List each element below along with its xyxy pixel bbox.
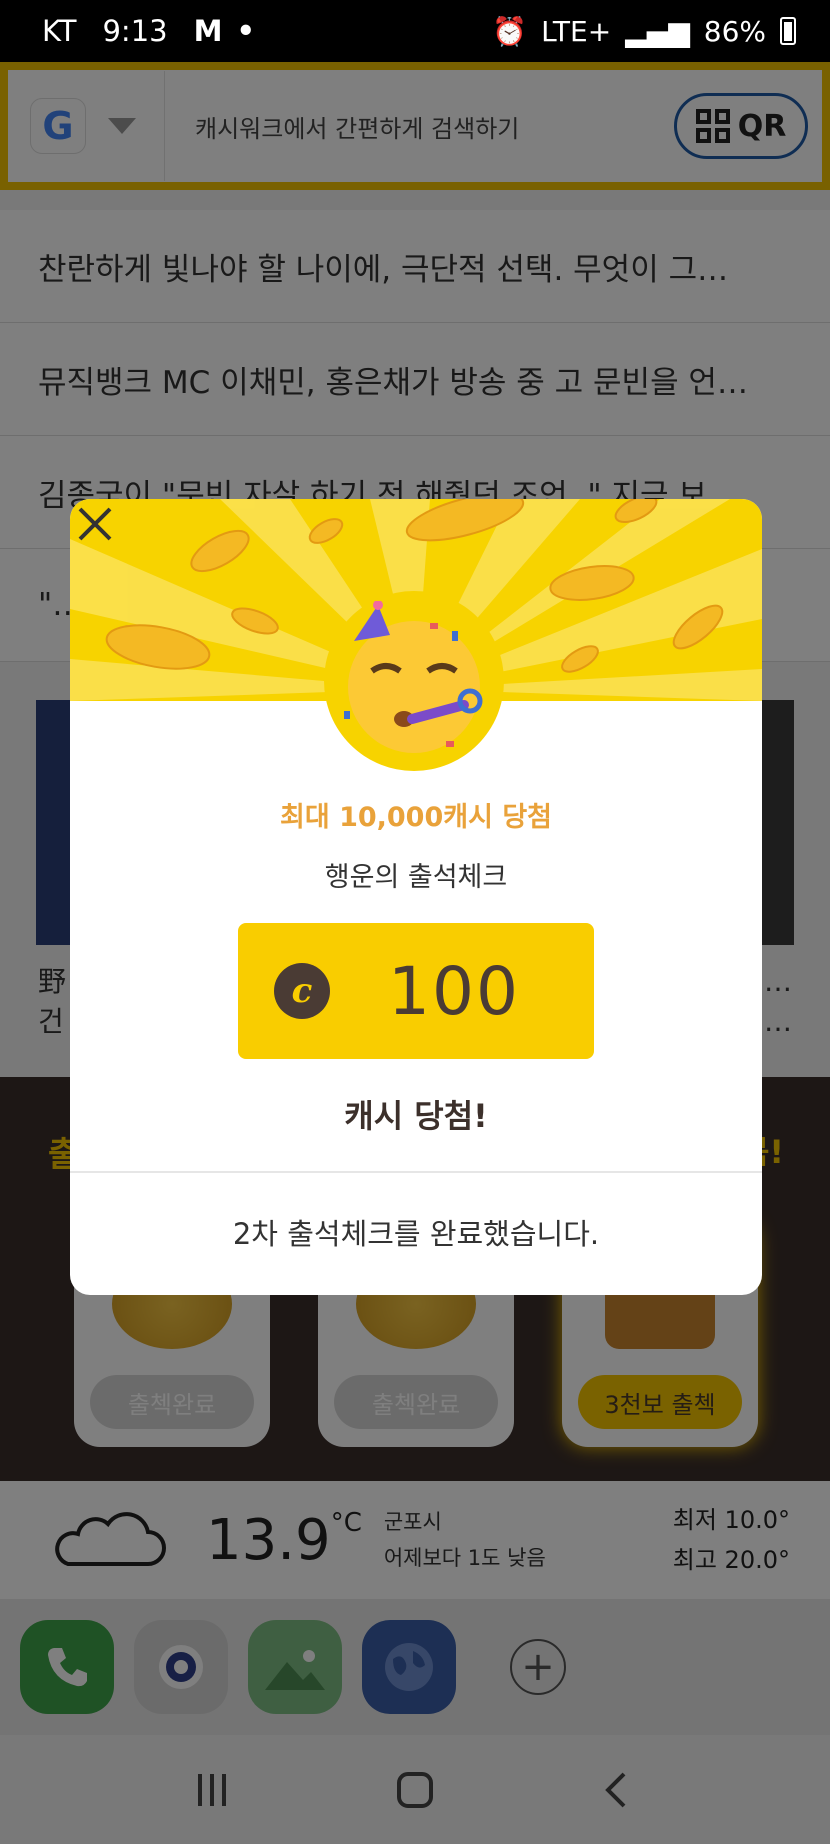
dot-icon: • <box>236 14 256 48</box>
modal-subtitle: 행운의 출석체크 <box>324 862 508 893</box>
cash-reward-box: c 100 <box>238 923 594 1059</box>
close-icon[interactable] <box>70 499 120 549</box>
battery-icon <box>780 17 796 45</box>
clock: 9:13 <box>102 14 168 48</box>
cash-won-text: 캐시 당첨! <box>344 1097 488 1135</box>
notification-icons: M • <box>194 14 255 48</box>
completion-message: 2차 출석체크를 완료했습니다. <box>232 1217 600 1251</box>
promo-text: 최대 10,000캐시 당첨 <box>279 802 553 833</box>
signal-icon: ▂▄▆ <box>625 14 690 48</box>
gmail-icon: M <box>193 14 223 48</box>
battery-percent: 86% <box>703 14 766 48</box>
divider <box>70 1171 762 1173</box>
alarm-icon: ⏰ <box>492 14 528 48</box>
attendance-reward-modal: 최대 10,000캐시 당첨 행운의 출석체크 c 100 캐시 당첨! 2차 … <box>70 499 762 1295</box>
network-label: LTE+ <box>541 14 612 48</box>
carrier-label: KT <box>42 14 77 48</box>
cash-amount: 100 <box>388 952 520 1030</box>
status-bar: KT 9:13 M • ⏰ LTE+ ▂▄▆ 86% <box>0 0 830 62</box>
cash-coin-icon: c <box>274 963 330 1019</box>
party-face-icon <box>344 601 483 753</box>
party-face-emoji-icon <box>324 591 504 771</box>
